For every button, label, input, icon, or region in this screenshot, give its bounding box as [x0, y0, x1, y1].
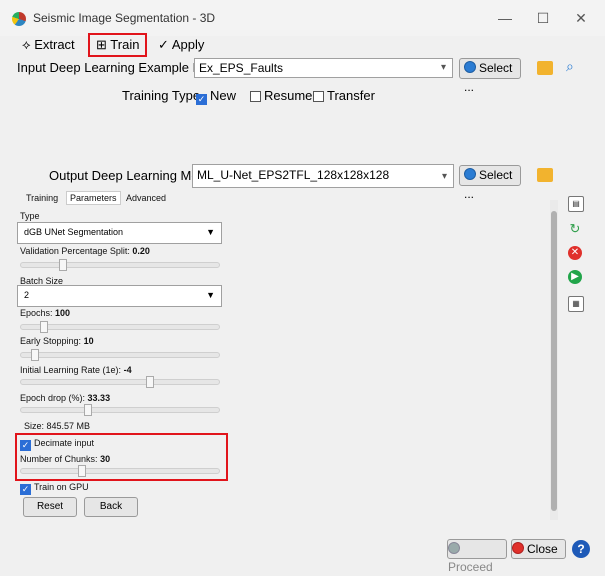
option-new[interactable]: ✓ New: [196, 88, 236, 105]
output-model-select[interactable]: ML_U-Net_EPS2TFL_128x128x128 ▾: [192, 164, 454, 188]
decimate-checkbox[interactable]: ✓: [20, 440, 31, 451]
select-dot-icon: [464, 61, 476, 73]
reset-button[interactable]: Reset: [23, 497, 77, 517]
input-data-label: Input Deep Learning Example Data: [17, 60, 221, 75]
checkbox-new[interactable]: ✓: [196, 94, 207, 105]
subtab-parameters[interactable]: Parameters: [66, 191, 121, 205]
epochs-slider[interactable]: [20, 321, 220, 333]
learning-rate-knob[interactable]: [146, 376, 154, 388]
refresh-icon[interactable]: ↻: [568, 222, 582, 236]
learning-rate-label: Initial Learning Rate (1e): -4: [20, 365, 132, 375]
chunks-knob[interactable]: [78, 465, 86, 477]
close-label: Close: [527, 542, 558, 556]
subtab-training[interactable]: Training: [26, 193, 58, 203]
extract-icon: ⟡: [22, 37, 31, 52]
tab-train-label: Train: [110, 37, 140, 52]
close-button[interactable]: Close: [511, 539, 566, 559]
train-on-gpu[interactable]: ✓ Train on GPU: [20, 482, 89, 495]
batch-combo[interactable]: 2 ▼: [17, 285, 222, 307]
chunks-slider[interactable]: [20, 465, 220, 477]
type-label: Type: [20, 211, 40, 221]
scrollbar-thumb[interactable]: [551, 211, 557, 511]
epochs-knob[interactable]: [40, 321, 48, 333]
batch-value: 2: [24, 290, 30, 300]
early-stopping-slider[interactable]: [20, 349, 220, 361]
search-icon[interactable]: ⌕: [566, 58, 574, 75]
train-icon: ⊞: [96, 37, 107, 52]
epoch-drop-knob[interactable]: [84, 404, 92, 416]
epoch-drop-slider[interactable]: [20, 404, 220, 416]
type-value: dGB UNet Segmentation: [24, 227, 124, 237]
tab-train[interactable]: ⊞ Train: [88, 33, 148, 57]
folder-icon[interactable]: [537, 61, 553, 75]
tab-apply[interactable]: ✓ Apply: [152, 35, 210, 55]
output-model-value: ML_U-Net_EPS2TFL_128x128x128: [197, 168, 390, 182]
apply-icon: ✓: [158, 37, 169, 52]
gpu-checkbox[interactable]: ✓: [20, 484, 31, 495]
run-icon[interactable]: ▶: [568, 270, 582, 284]
training-type-label: Training Type: [122, 88, 201, 103]
input-data-value: Ex_EPS_Faults: [199, 61, 284, 75]
learning-rate-slider[interactable]: [20, 376, 220, 388]
proceed-icon: [448, 542, 460, 554]
output-model-label: Output Deep Learning Model: [49, 168, 216, 183]
option-new-label: New: [210, 88, 237, 103]
type-combo[interactable]: dGB UNet Segmentation ▼: [17, 222, 222, 244]
tab-apply-label: Apply: [171, 37, 205, 52]
maximize-button[interactable]: ☐: [528, 8, 558, 28]
option-transfer[interactable]: Transfer: [313, 88, 375, 103]
validation-knob[interactable]: [59, 259, 67, 271]
tab-extract-label: Extract: [34, 37, 75, 52]
decimate-input[interactable]: ✓ Decimate input: [20, 438, 94, 451]
log-icon[interactable]: ▦: [568, 296, 584, 312]
decimate-label: Decimate input: [34, 438, 95, 448]
proceed-button[interactable]: Proceed: [447, 539, 507, 574]
size-text: Size: 845.57 MB: [24, 421, 91, 431]
folder-icon[interactable]: [537, 168, 553, 182]
app-icon: [12, 12, 26, 26]
select-dot-icon: [464, 168, 476, 180]
chevron-down-icon: ▾: [440, 62, 446, 73]
subtab-advanced[interactable]: Advanced: [126, 193, 166, 203]
input-select-button[interactable]: Select ...: [459, 58, 521, 94]
tab-extract[interactable]: ⟡ Extract: [16, 35, 81, 55]
close-window-button[interactable]: ✕: [566, 8, 596, 28]
chunks-label: Number of Chunks: 30: [20, 454, 111, 464]
checkbox-transfer[interactable]: [313, 91, 324, 102]
validation-label: Validation Percentage Split: 0.20: [20, 246, 150, 256]
epoch-drop-label: Epoch drop (%): 33.33: [20, 393, 111, 403]
window-title: Seismic Image Segmentation - 3D: [33, 11, 216, 25]
minimize-button[interactable]: —: [490, 8, 520, 28]
close-icon: [512, 542, 524, 554]
proceed-label: Proceed: [448, 560, 493, 574]
option-transfer-label: Transfer: [327, 88, 375, 103]
validation-slider[interactable]: [20, 259, 220, 271]
input-data-select[interactable]: Ex_EPS_Faults ▾: [194, 58, 453, 78]
option-resume[interactable]: Resume: [250, 88, 312, 103]
option-resume-label: Resume: [264, 88, 313, 103]
chevron-down-icon: ▼: [206, 290, 215, 300]
gpu-label: Train on GPU: [34, 482, 89, 492]
save-icon[interactable]: ▤: [568, 196, 584, 212]
early-stopping-knob[interactable]: [31, 349, 39, 361]
checkbox-resume[interactable]: [250, 91, 261, 102]
early-stopping-label: Early Stopping: 10: [20, 336, 94, 346]
chevron-down-icon: ▼: [206, 227, 215, 237]
output-select-button[interactable]: Select ...: [459, 165, 521, 201]
back-button[interactable]: Back: [84, 497, 138, 517]
stop-icon[interactable]: ✕: [568, 246, 582, 260]
chevron-down-icon: ▾: [441, 171, 447, 182]
help-button[interactable]: ?: [572, 540, 590, 558]
epochs-label: Epochs: 100: [20, 308, 71, 318]
